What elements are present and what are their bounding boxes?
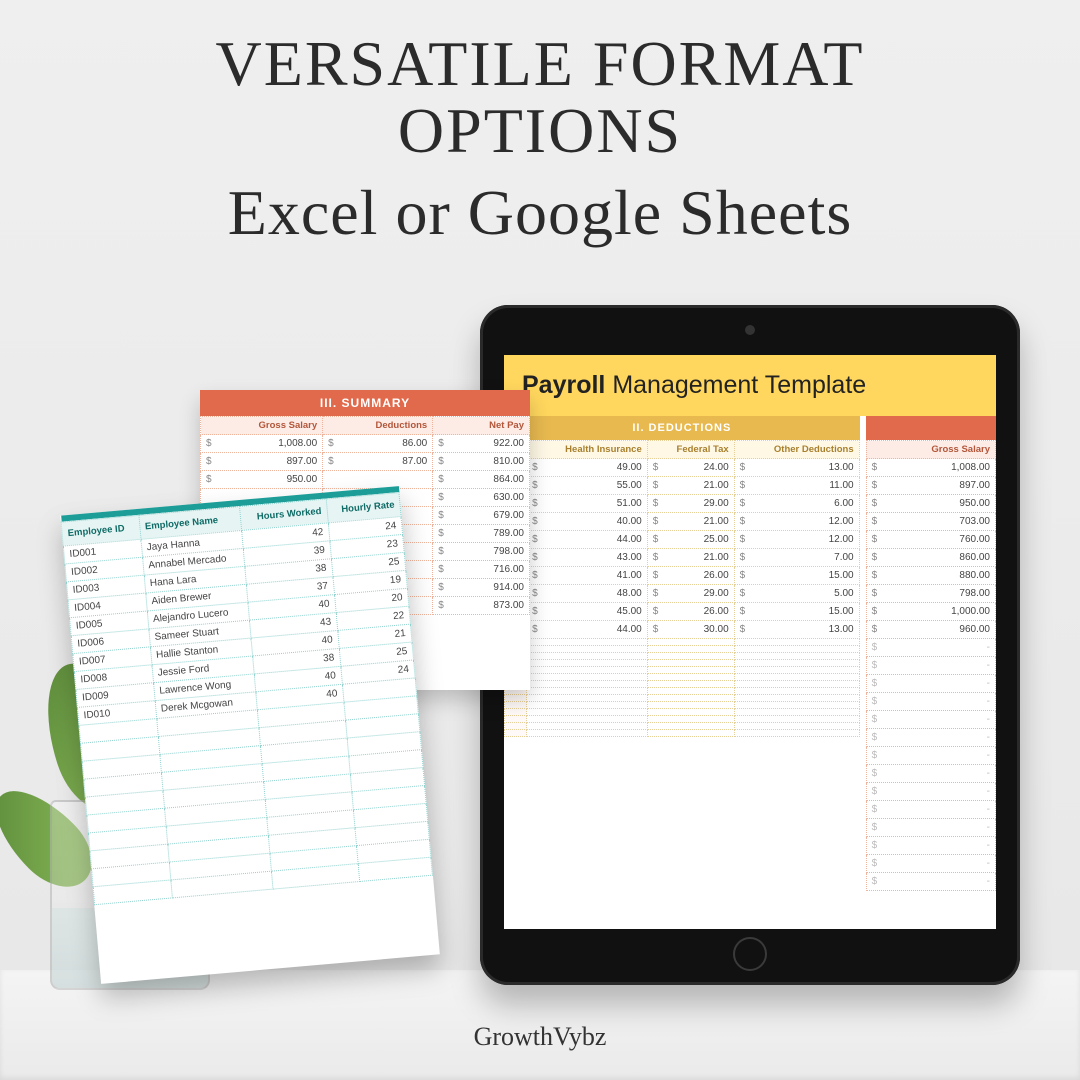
table-row: 950.00 (866, 495, 995, 513)
table-row (505, 639, 860, 646)
table-row (505, 688, 860, 695)
table-row: 19 40.0021.0012.00 (505, 513, 860, 531)
table-row: 22 41.0026.0015.00 (505, 567, 860, 585)
heading-block: VERSATILE FORMAT OPTIONS Excel or Google… (0, 30, 1080, 250)
table-row: 760.00 (866, 531, 995, 549)
col-health-insurance: Health Insurance (527, 441, 648, 459)
deductions-band: II. DEDUCTIONS (504, 416, 860, 440)
title-bold: Payroll (522, 371, 605, 399)
table-row: 798.00 (866, 585, 995, 603)
table-row: 1,008.0086.00922.00 (201, 435, 530, 453)
col-other-deductions: Other Deductions (734, 441, 859, 459)
col-gross-salary: Gross Salary (866, 441, 995, 459)
col-federal-tax: Federal Tax (647, 441, 734, 459)
employee-table: Employee ID Employee Name Hours Worked H… (60, 486, 433, 905)
table-row: 950.00864.00 (201, 471, 530, 489)
employee-sheet-card: Employee ID Employee Name Hours Worked H… (60, 486, 440, 984)
table-row: $- (866, 783, 995, 801)
table-row: 703.00 (866, 513, 995, 531)
deductions-table: Health Insurance Federal Tax Other Deduc… (504, 440, 860, 737)
table-row: 23 55.0021.0011.00 (505, 477, 860, 495)
table-row (505, 653, 860, 660)
table-row (505, 660, 860, 667)
table-row: 24 44.0030.0013.00 (505, 621, 860, 639)
table-row (505, 730, 860, 737)
table-row: 20 43.0021.007.00 (505, 549, 860, 567)
table-row: $- (866, 873, 995, 891)
table-row: $- (866, 711, 995, 729)
heading-subtitle: Excel or Google Sheets (0, 176, 1080, 250)
heading-line2: OPTIONS (0, 97, 1080, 164)
table-row: $- (866, 675, 995, 693)
table-row: 25 51.0029.006.00 (505, 495, 860, 513)
tablet-screen: Payroll Management Template II. DEDUCTIO… (504, 355, 996, 929)
heading-line1: VERSATILE FORMAT (0, 30, 1080, 97)
table-row (505, 702, 860, 709)
home-button-icon (733, 937, 767, 971)
table-row: 1,000.00 (866, 603, 995, 621)
table-row (505, 695, 860, 702)
table-row: $- (866, 693, 995, 711)
brand-footer: GrowthVybz (0, 1022, 1080, 1052)
gross-band (866, 416, 996, 440)
col-net-pay: Net Pay (433, 417, 530, 435)
table-row: $- (866, 837, 995, 855)
table-row (505, 667, 860, 674)
table-row: $- (866, 747, 995, 765)
tablet-device: Payroll Management Template II. DEDUCTIO… (480, 305, 1020, 985)
table-row: $- (866, 801, 995, 819)
camera-icon (745, 325, 755, 335)
spreadsheet-title: Payroll Management Template (504, 355, 996, 416)
table-row: 897.00 (866, 477, 995, 495)
table-row (505, 681, 860, 688)
table-row (505, 716, 860, 723)
table-row: 1,008.00 (866, 459, 995, 477)
table-row: 21 48.0029.005.00 (505, 585, 860, 603)
table-row: $- (866, 765, 995, 783)
table-row: 897.0087.00810.00 (201, 453, 530, 471)
table-row: 880.00 (866, 567, 995, 585)
table-row: $- (866, 819, 995, 837)
table-row (505, 674, 860, 681)
table-row: 25 45.0026.0015.00 (505, 603, 860, 621)
table-row: $- (866, 855, 995, 873)
table-row: 960.00 (866, 621, 995, 639)
summary-band: III. SUMMARY (200, 390, 530, 416)
table-row: $- (866, 639, 995, 657)
table-row (505, 709, 860, 716)
table-row (505, 646, 860, 653)
table-row: $- (866, 729, 995, 747)
table-row: 24 49.0024.0013.00 (505, 459, 860, 477)
title-rest: Management Template (605, 371, 866, 399)
gross-salary-table: Gross Salary 1,008.00897.00950.00703.007… (866, 440, 996, 891)
table-row: 20 44.0025.0012.00 (505, 531, 860, 549)
table-row (505, 723, 860, 730)
col-deductions: Deductions (323, 417, 433, 435)
table-row: 860.00 (866, 549, 995, 567)
table-row: $- (866, 657, 995, 675)
col-gross-salary: Gross Salary (201, 417, 323, 435)
